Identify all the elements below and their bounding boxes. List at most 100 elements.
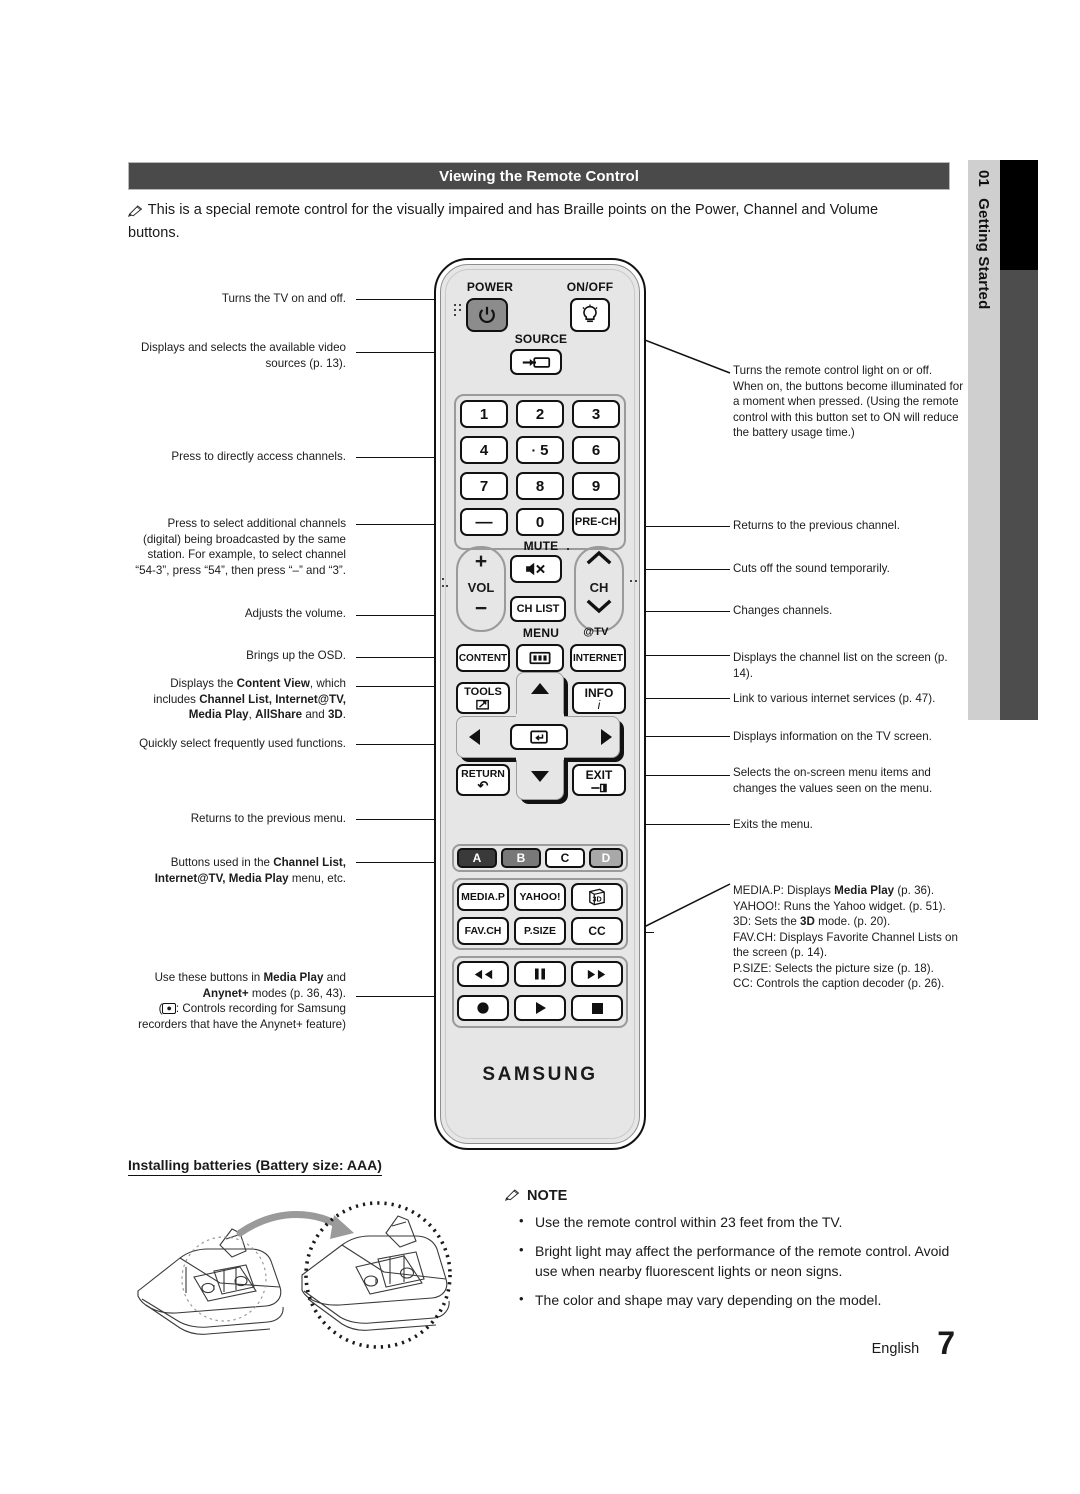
minus-icon[interactable]: − xyxy=(456,598,506,619)
internet-button[interactable]: INTERNET xyxy=(570,644,626,672)
cc-button[interactable]: CC xyxy=(571,917,623,945)
color-button-b[interactable]: B xyxy=(501,848,541,868)
power-button[interactable] xyxy=(466,298,508,332)
key-7[interactable]: 7 xyxy=(460,472,508,500)
color-button-a[interactable]: A xyxy=(457,848,497,868)
leader-info xyxy=(638,736,730,737)
svg-text:3D: 3D xyxy=(593,895,602,904)
key-4[interactable]: 4 xyxy=(460,436,508,464)
record-button[interactable] xyxy=(457,995,509,1021)
media-p-button[interactable]: MEDIA.P xyxy=(457,883,509,911)
key-5[interactable]: · 5 xyxy=(516,436,564,464)
note-heading-text: NOTE xyxy=(527,1188,568,1204)
color-button-c[interactable]: C xyxy=(545,848,585,868)
battery-section-title: Installing batteries (Battery size: AAA) xyxy=(128,1157,382,1176)
key-1[interactable]: 1 xyxy=(460,400,508,428)
content-button[interactable]: CONTENT xyxy=(456,644,510,672)
annotation-media: Use these buttons in Media Play and Anyn… xyxy=(138,971,346,1031)
leader-mute xyxy=(638,569,730,570)
plus-icon[interactable]: + xyxy=(456,550,506,574)
note-block: NOTE Use the remote control within 23 fe… xyxy=(504,1188,955,1320)
tools-label: TOOLS xyxy=(464,686,502,698)
exit-icon xyxy=(590,783,607,792)
battery-install-diagram xyxy=(128,1195,478,1355)
key-9[interactable]: 9 xyxy=(572,472,620,500)
exit-button[interactable]: EXIT xyxy=(572,764,626,796)
three-d-button[interactable]: 3D xyxy=(571,883,623,911)
page-footer: English 7 xyxy=(505,1325,955,1361)
leader-tools xyxy=(356,744,442,745)
annotation-numbers: Press to directly access channels. xyxy=(171,450,346,463)
annotation-return: Returns to the previous menu. xyxy=(190,812,346,825)
stop-icon xyxy=(591,1002,603,1014)
annotation-source: Displays and selects the available video… xyxy=(141,341,346,370)
note-item: The color and shape may vary depending o… xyxy=(505,1290,955,1311)
side-block-gray xyxy=(1000,270,1038,720)
side-tab-label: Getting Started xyxy=(975,198,993,310)
fav-ch-button[interactable]: FAV.CH xyxy=(457,917,509,945)
dpad-down-button[interactable] xyxy=(526,770,554,788)
dpad-up-button[interactable] xyxy=(526,682,554,700)
annotation-volume: Adjusts the volume. xyxy=(244,607,346,620)
record-icon xyxy=(477,1002,489,1014)
3d-cube-icon: 3D xyxy=(589,888,605,906)
footer-page-number: 7 xyxy=(937,1325,955,1361)
leader-ch xyxy=(638,611,730,612)
return-arrow-icon: ↶ xyxy=(477,778,489,794)
triangle-left-icon xyxy=(468,729,480,745)
p-size-button[interactable]: P.SIZE xyxy=(514,917,566,945)
side-tab-number: 01 xyxy=(975,170,993,188)
info-button[interactable]: INFO i xyxy=(572,682,626,714)
dpad-right-button[interactable] xyxy=(596,728,616,751)
mute-speaker-icon xyxy=(526,562,545,576)
manual-page: 01 Getting Started Viewing the Remote Co… xyxy=(0,0,1080,1494)
side-block-black xyxy=(1000,160,1038,270)
menu-button[interactable] xyxy=(516,644,564,672)
pre-ch-button[interactable]: PRE-CH xyxy=(572,508,620,536)
leader-abcd xyxy=(356,862,442,863)
onoff-label: ON/OFF xyxy=(566,280,614,294)
color-button-d[interactable]: D xyxy=(589,848,623,868)
rewind-button[interactable] xyxy=(457,961,509,987)
note-heading: NOTE xyxy=(504,1188,955,1204)
annotation-ch: Changes channels. xyxy=(733,604,833,617)
leader-internet xyxy=(638,698,730,699)
annotation-function-buttons: MEDIA.P: Displays Media Play (p. 36). YA… xyxy=(733,884,958,991)
source-button[interactable] xyxy=(510,349,562,375)
fast-forward-button[interactable] xyxy=(571,961,623,987)
stop-button[interactable] xyxy=(571,995,623,1021)
ch-list-button[interactable]: CH LIST xyxy=(510,596,566,622)
annotation-info: Displays information on the TV screen. xyxy=(733,730,932,743)
tools-arrow-icon xyxy=(476,699,489,710)
chevron-up-icon[interactable] xyxy=(574,550,624,571)
annotation-exit: Exits the menu. xyxy=(733,818,813,831)
key-0[interactable]: 0 xyxy=(516,508,564,536)
key-6[interactable]: 6 xyxy=(572,436,620,464)
tools-button[interactable]: TOOLS xyxy=(456,682,510,714)
dpad-left-button[interactable] xyxy=(464,728,484,751)
side-tab-text: 01 Getting Started xyxy=(968,160,1000,720)
yahoo-button[interactable]: YAHOO! xyxy=(514,883,566,911)
return-button[interactable]: RETURN ↶ xyxy=(456,764,510,796)
enter-button[interactable] xyxy=(510,724,568,750)
key-2[interactable]: 2 xyxy=(516,400,564,428)
annotation-power: Turns the TV on and off. xyxy=(221,292,346,305)
key-3[interactable]: 3 xyxy=(572,400,620,428)
annotation-dpad: Selects the on-screen menu items and cha… xyxy=(733,766,933,795)
braille-channel-left xyxy=(567,548,573,554)
key-dash[interactable]: — xyxy=(460,508,508,536)
light-onoff-button[interactable] xyxy=(570,298,610,332)
source-label: SOURCE xyxy=(514,332,568,346)
key-8[interactable]: 8 xyxy=(516,472,564,500)
annotation-onoff: Turns the remote control light on or off… xyxy=(733,364,964,440)
mute-button[interactable] xyxy=(510,555,562,583)
pause-button[interactable] xyxy=(514,961,566,987)
leader-dpad xyxy=(638,775,730,776)
play-button[interactable] xyxy=(514,995,566,1021)
footer-language: English xyxy=(871,1341,920,1358)
leader-prech xyxy=(638,526,730,527)
leader-function-diagonal xyxy=(633,880,734,936)
chevron-down-icon[interactable] xyxy=(574,598,624,619)
power-icon xyxy=(479,306,495,323)
braille-volume-left xyxy=(442,578,450,592)
